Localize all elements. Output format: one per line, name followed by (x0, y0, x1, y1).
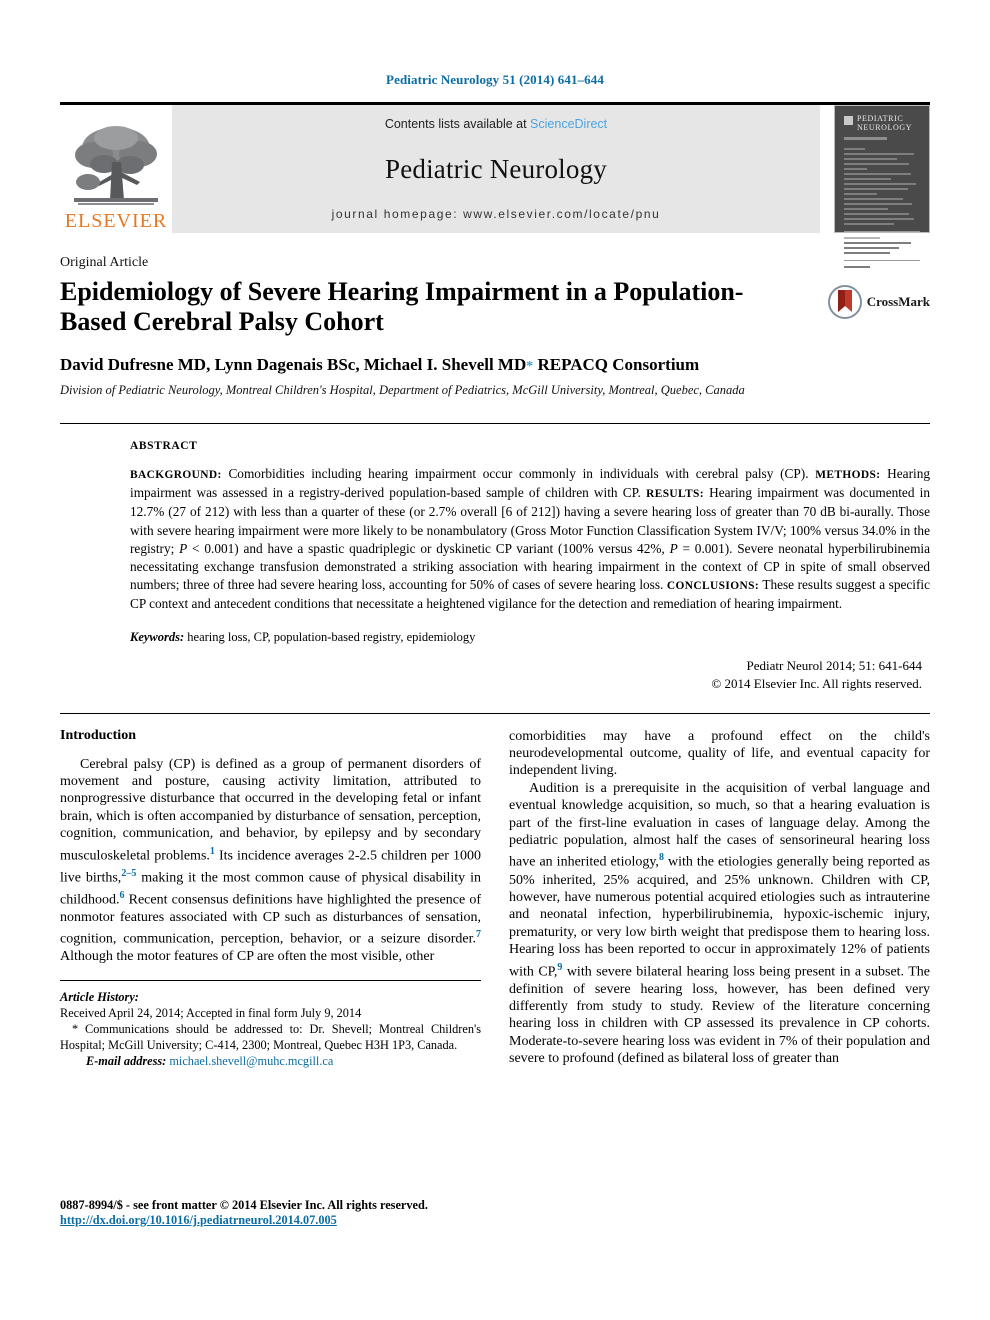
abstract-heading: ABSTRACT (130, 440, 198, 452)
journal-citation: Pediatr Neurol 2014; 51: 641-644 (746, 657, 922, 673)
affiliation: Division of Pediatric Neurology, Montrea… (60, 383, 745, 397)
consortium-name: REPACQ Consortium (537, 355, 700, 374)
journal-cover-thumbnail: PEDIATRIC NEUROLOGY (834, 105, 930, 268)
abstract-body: BACKGROUND: Comorbidities including hear… (130, 465, 930, 614)
reference-2-5[interactable]: 2–5 (121, 868, 136, 879)
cover-title: PEDIATRIC NEUROLOGY (857, 114, 913, 132)
abstract-label-background: BACKGROUND: (130, 469, 222, 481)
paragraph-audition: Audition is a prerequisite in the acquis… (509, 780, 930, 1068)
article-history-label: Article History: (60, 989, 139, 1004)
body-columns: Introduction Cerebral palsy (CP) is defi… (60, 728, 930, 1069)
abstract-label-results: RESULTS: (646, 488, 704, 501)
email-link[interactable]: michael.shevell@muhc.mcgill.ca (169, 1054, 333, 1068)
abstract-citation-block: Pediatr Neurol 2014; 51: 641-644 © 2014 … (130, 657, 930, 693)
article-type: Original Article (60, 255, 149, 270)
footnote-block: Article History: Received April 24, 2014… (60, 989, 481, 1069)
section-heading-introduction: Introduction (60, 727, 136, 743)
divider-above-columns (60, 712, 930, 714)
crossmark-icon (827, 285, 862, 319)
doi-link[interactable]: http://dx.doi.org/10.1016/j.pediatrneuro… (60, 1213, 490, 1228)
title-block: Original Article Epidemiology of Severe … (60, 255, 930, 405)
crossmark-label: CrossMark (866, 294, 930, 309)
cover-header: PEDIATRIC NEUROLOGY (844, 114, 920, 132)
keywords-label: Keywords: (130, 629, 185, 644)
page-footer: 0887-8994/$ - see front matter © 2014 El… (60, 1198, 490, 1228)
journal-masthead: ELSEVIER Contents lists available at Sci… (60, 102, 930, 268)
running-head: Pediatric Neurology 51 (2014) 641–644 (386, 72, 604, 87)
author-names: David Dufresne MD, Lynn Dagenais BSc, Mi… (60, 355, 527, 374)
abstract-text-background: Comorbidities including hearing impairme… (221, 466, 816, 481)
contents-available-line: Contents lists available at ScienceDirec… (385, 117, 607, 131)
keywords-line: Keywords: hearing loss, CP, population-b… (130, 630, 930, 645)
reference-7[interactable]: 7 (476, 929, 481, 940)
elsevier-tree-icon (74, 126, 158, 205)
email-line: E-mail address: michael.shevell@muhc.mcg… (60, 1053, 481, 1069)
sciencedirect-link[interactable]: ScienceDirect (530, 117, 607, 131)
cover-text-lines (844, 148, 920, 268)
correspondence-marker: * (526, 359, 534, 374)
journal-band: Contents lists available at ScienceDirec… (172, 105, 820, 233)
intro-text-e: Although the motor features of CP are of… (60, 949, 435, 965)
author-list: David Dufresne MD, Lynn Dagenais BSc, Mi… (60, 355, 930, 375)
audition-text-b: with the etiologies generally being repo… (509, 855, 930, 980)
audition-text-c: with severe bilateral hearing loss being… (509, 964, 930, 1067)
right-column: comorbidities may have a profound effect… (509, 728, 930, 1069)
contents-prefix: Contents lists available at (384, 117, 531, 131)
journal-homepage[interactable]: journal homepage: www.elsevier.com/locat… (332, 207, 661, 221)
elsevier-logo: ELSEVIER (60, 105, 172, 233)
divider-above-abstract (60, 423, 930, 424)
paragraph-comorbidities: comorbidities may have a profound effect… (509, 728, 930, 779)
abstract-text-results-b: < 0.001) and have a spastic quadriplegic… (187, 540, 670, 556)
email-label: E-mail address: (86, 1053, 167, 1068)
left-column: Introduction Cerebral palsy (CP) is defi… (60, 728, 481, 1069)
abstract-label-methods: METHODS: (815, 469, 881, 481)
paragraph-intro: Cerebral palsy (CP) is defined as a grou… (60, 756, 481, 966)
abstract-label-conclusions: CONCLUSIONS: (666, 580, 760, 593)
abstract-section: ABSTRACT BACKGROUND: Comorbidities inclu… (130, 440, 930, 693)
elsevier-wordmark: ELSEVIER (64, 210, 168, 232)
article-page: Pediatric Neurology 51 (2014) 641–644 EL… (0, 0, 990, 1320)
p-value-symbol-2: P (669, 540, 678, 556)
page-title: Epidemiology of Severe Hearing Impairmen… (60, 277, 744, 336)
article-history-value: Received April 24, 2014; Accepted in fin… (60, 1005, 362, 1020)
journal-title: Pediatric Neurology (385, 153, 607, 184)
cover-emblem-icon (844, 116, 853, 125)
copyright-line: © 2014 Elsevier Inc. All rights reserved… (711, 675, 922, 691)
issn-line: 0887-8994/$ - see front matter © 2014 El… (60, 1198, 428, 1212)
cover-subtitle-bar (844, 137, 887, 140)
footnote-divider (60, 979, 481, 981)
correspondence-note: * Communications should be addressed to:… (60, 1021, 481, 1052)
keywords-value: hearing loss, CP, population-based regis… (184, 629, 476, 644)
crossmark-badge[interactable]: CrossMark (827, 285, 930, 319)
